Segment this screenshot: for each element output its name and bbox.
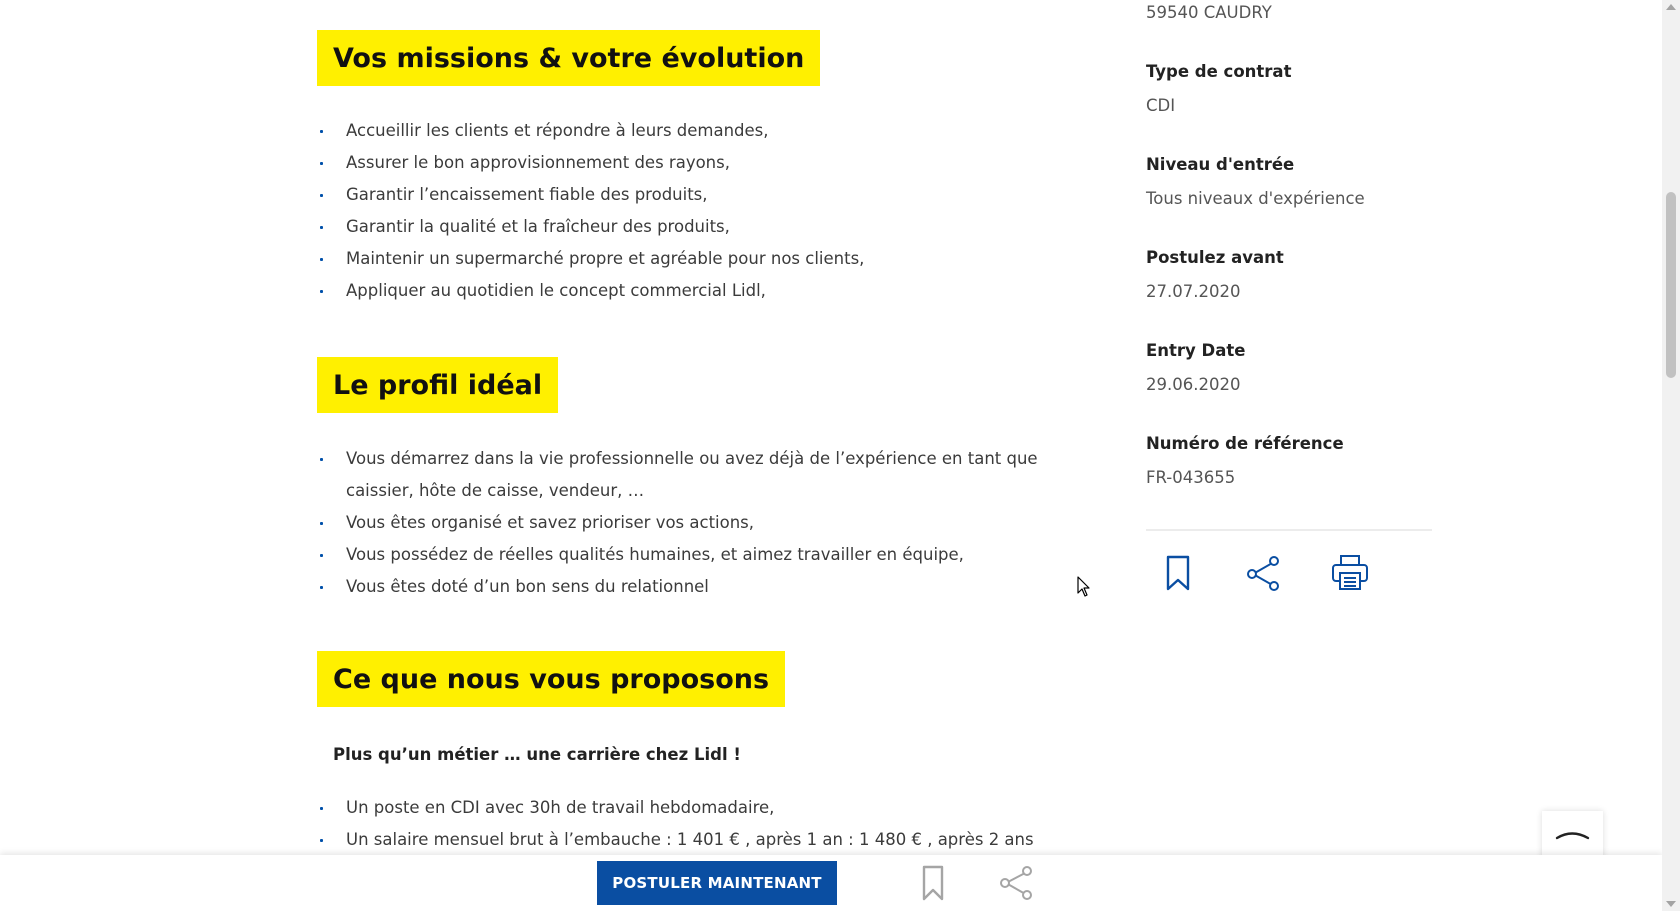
list-item: Appliquer au quotidien le concept commer…: [318, 275, 1018, 307]
scroll-down-arrow-icon[interactable]: [1666, 901, 1676, 907]
list-item-line: Vous démarrez dans la vie professionnell…: [346, 449, 1038, 468]
entry-date-value: 29.06.2020: [1146, 375, 1241, 394]
missions-list: Accueillir les clients et répondre à leu…: [318, 115, 1018, 307]
level-value: Tous niveaux d'expérience: [1146, 189, 1365, 208]
divider: [1146, 529, 1432, 531]
back-to-top-button[interactable]: [1542, 811, 1603, 859]
bottom-share-button[interactable]: [998, 865, 1036, 901]
bookmark-button[interactable]: [1158, 553, 1198, 593]
sticky-apply-bar: POSTULER MAINTENANT: [0, 855, 1662, 911]
print-button[interactable]: [1330, 553, 1370, 593]
reference-value: FR-043655: [1146, 468, 1236, 487]
reference-label: Numéro de référence: [1146, 434, 1344, 453]
share-icon: [1247, 556, 1279, 591]
offer-heading-highlight: Ce que nous vous proposons: [325, 655, 778, 703]
list-item: Vous possédez de réelles qualités humain…: [318, 539, 1038, 571]
list-item: Garantir l’encaissement fiable des produ…: [318, 179, 1018, 211]
profile-list: Vous démarrez dans la vie professionnell…: [318, 443, 1038, 603]
list-item: Assurer le bon approvisionnement des ray…: [318, 147, 1018, 179]
list-item: Vous êtes organisé et savez prioriser vo…: [318, 507, 1038, 539]
scrollbar-thumb[interactable]: [1666, 192, 1676, 378]
bookmark-icon: [1166, 555, 1190, 591]
share-button[interactable]: [1244, 553, 1284, 593]
bottom-bookmark-button[interactable]: [914, 865, 952, 901]
apply-now-button[interactable]: POSTULER MAINTENANT: [597, 861, 837, 905]
level-label: Niveau d'entrée: [1146, 155, 1295, 174]
profile-heading: Le profil idéal: [333, 370, 543, 401]
mouse-cursor: [1077, 576, 1091, 602]
missions-heading: Vos missions & votre évolution: [333, 43, 805, 74]
list-item: Accueillir les clients et répondre à leu…: [318, 115, 1018, 147]
missions-heading-highlight: Vos missions & votre évolution: [325, 34, 813, 82]
share-icon: [1000, 866, 1032, 900]
entry-date-label: Entry Date: [1146, 341, 1246, 360]
list-item: Garantir la qualité et la fraîcheur des …: [318, 211, 1018, 243]
offer-heading: Ce que nous vous proposons: [333, 664, 770, 695]
list-item: Vous êtes doté d’un bon sens du relation…: [318, 571, 1038, 603]
deadline-label: Postulez avant: [1146, 248, 1284, 267]
scroll-up-arrow-icon[interactable]: [1666, 4, 1676, 10]
vertical-scrollbar[interactable]: [1662, 0, 1680, 911]
list-item: Maintenir un supermarché propre et agréa…: [318, 243, 1018, 275]
contract-label: Type de contrat: [1146, 62, 1292, 81]
bookmark-icon: [922, 865, 944, 901]
location-value: 59540 CAUDRY: [1146, 3, 1272, 22]
print-icon: [1332, 555, 1368, 590]
list-item: Un poste en CDI avec 30h de travail hebd…: [318, 792, 1038, 824]
list-item: Vous démarrez dans la vie professionnell…: [318, 443, 1038, 507]
offer-intro: Plus qu’un métier … une carrière chez Li…: [333, 745, 741, 764]
mouse-cursor-icon: [1077, 576, 1090, 597]
profile-heading-highlight: Le profil idéal: [325, 361, 551, 409]
list-item-line: caissier, hôte de caisse, vendeur, …: [346, 481, 645, 500]
chevron-up-icon: [1555, 832, 1590, 840]
deadline-value: 27.07.2020: [1146, 282, 1241, 301]
contract-value: CDI: [1146, 96, 1176, 115]
job-offer-page: Vos missions & votre évolution Accueilli…: [0, 0, 1662, 911]
